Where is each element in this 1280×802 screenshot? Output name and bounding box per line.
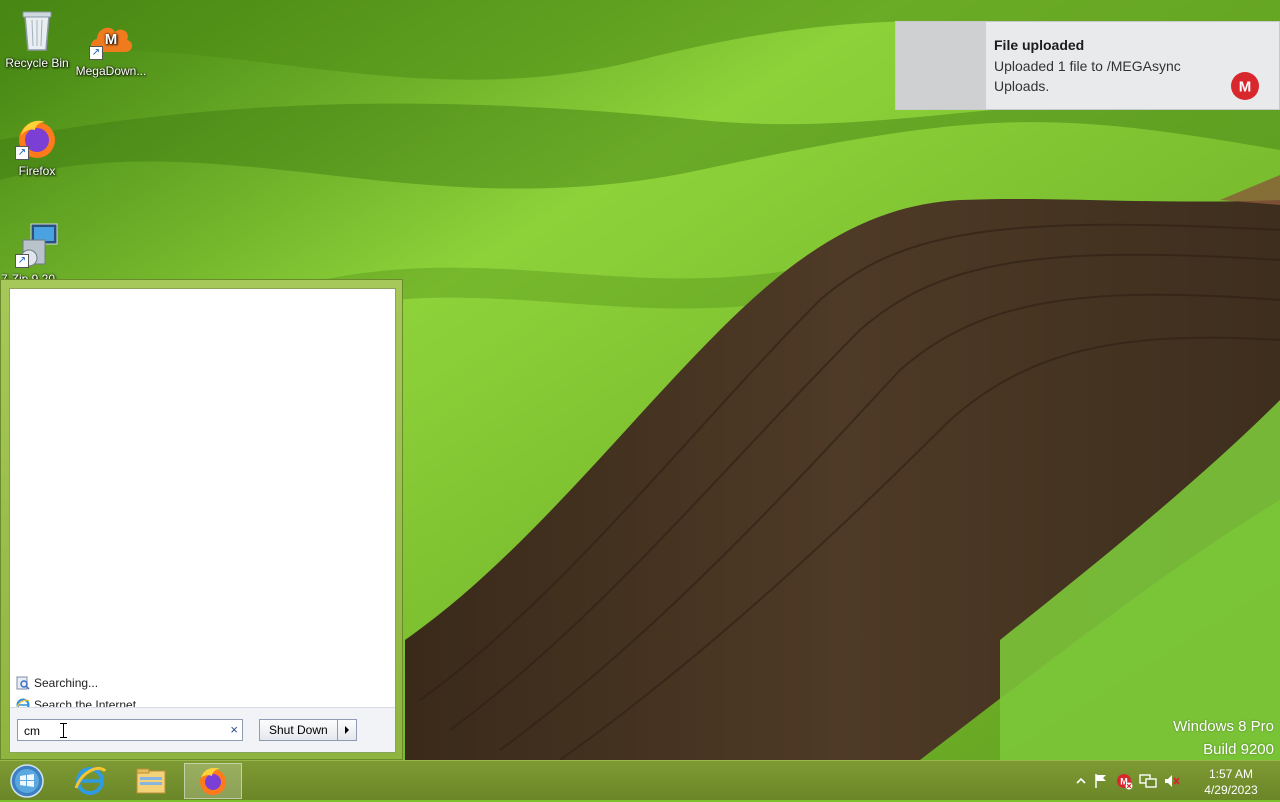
desktop-icon-firefox[interactable]: ↗ Firefox	[1, 114, 73, 178]
watermark-build: Build 9200	[1203, 741, 1274, 758]
network-icon[interactable]	[1139, 773, 1157, 789]
result-searching: Searching...	[16, 676, 98, 690]
volume-muted-icon[interactable]	[1163, 773, 1181, 789]
mega-tray-icon[interactable]: M	[1115, 772, 1133, 790]
clear-search-icon[interactable]: ×	[230, 722, 238, 737]
clock-date: 4/29/2023	[1204, 783, 1258, 797]
start-search-box[interactable]: ×	[17, 719, 243, 741]
start-menu-panel: Searching... Search the Internet ×	[9, 288, 396, 753]
firefox-icon	[200, 767, 226, 795]
show-hidden-icons-chevron[interactable]	[1075, 775, 1087, 787]
start-search-input[interactable]	[22, 722, 222, 740]
mega-icon: M	[1231, 72, 1259, 100]
start-button[interactable]	[6, 763, 48, 799]
desktop-icon-label: Recycle Bin	[5, 56, 69, 70]
system-tray: M	[1075, 761, 1181, 801]
taskbar: M 1:57 AM 4/29/2023	[0, 760, 1280, 800]
shut-down-button-group: Shut Down	[259, 719, 357, 741]
start-menu: Searching... Search the Internet ×	[0, 279, 403, 760]
chevron-right-icon	[344, 726, 349, 734]
svg-text:M: M	[105, 31, 118, 48]
notification-title: File uploaded	[994, 37, 1085, 53]
svg-text:M: M	[1239, 79, 1252, 96]
installer-icon: ↗	[13, 222, 61, 270]
desktop-icon-megadownloader[interactable]: M ↗ MegaDown...	[75, 14, 147, 78]
desktop-icon-label: Firefox	[18, 164, 56, 178]
clock-time: 1:57 AM	[1208, 767, 1254, 781]
shortcut-arrow-icon: ↗	[15, 146, 29, 160]
taskbar-clock[interactable]: 1:57 AM 4/29/2023	[1196, 766, 1266, 798]
internet-explorer-icon	[74, 766, 107, 795]
notification-thumbnail	[896, 22, 986, 109]
taskbar-file-explorer[interactable]	[122, 763, 180, 799]
recycle-bin-icon	[13, 6, 61, 54]
text-cursor-icon	[60, 723, 67, 738]
firefox-icon: ↗	[13, 114, 61, 162]
watermark-edition: Windows 8 Pro	[1173, 718, 1274, 735]
start-search-row: × Shut Down	[10, 707, 395, 752]
megadownloader-icon: M ↗	[87, 14, 135, 62]
shut-down-options-button[interactable]	[336, 720, 356, 740]
shortcut-arrow-icon: ↗	[15, 254, 29, 268]
desktop-icon-label: MegaDown...	[75, 64, 147, 78]
notification-body: Uploaded 1 file to /MEGAsync Uploads.	[994, 58, 1181, 94]
search-results: Searching... Search the Internet	[10, 289, 395, 712]
search-progress-icon	[16, 676, 30, 690]
result-label: Searching...	[34, 676, 99, 690]
desktop-icon-recycle-bin[interactable]: Recycle Bin	[1, 6, 73, 70]
action-center-flag-icon[interactable]	[1093, 773, 1109, 789]
shut-down-button[interactable]: Shut Down	[260, 720, 337, 740]
folder-icon	[136, 768, 166, 794]
upload-notification[interactable]: File uploaded Uploaded 1 file to /MEGAsy…	[895, 21, 1280, 110]
taskbar-firefox[interactable]	[184, 763, 242, 799]
windows-watermark: Windows 8 Pro Build 9200	[1173, 715, 1274, 761]
taskbar-internet-explorer[interactable]	[61, 763, 119, 799]
desktop-icon-7zip[interactable]: ↗ 7-Zip 9.20 x64	[1, 222, 73, 286]
shortcut-arrow-icon: ↗	[89, 46, 103, 60]
